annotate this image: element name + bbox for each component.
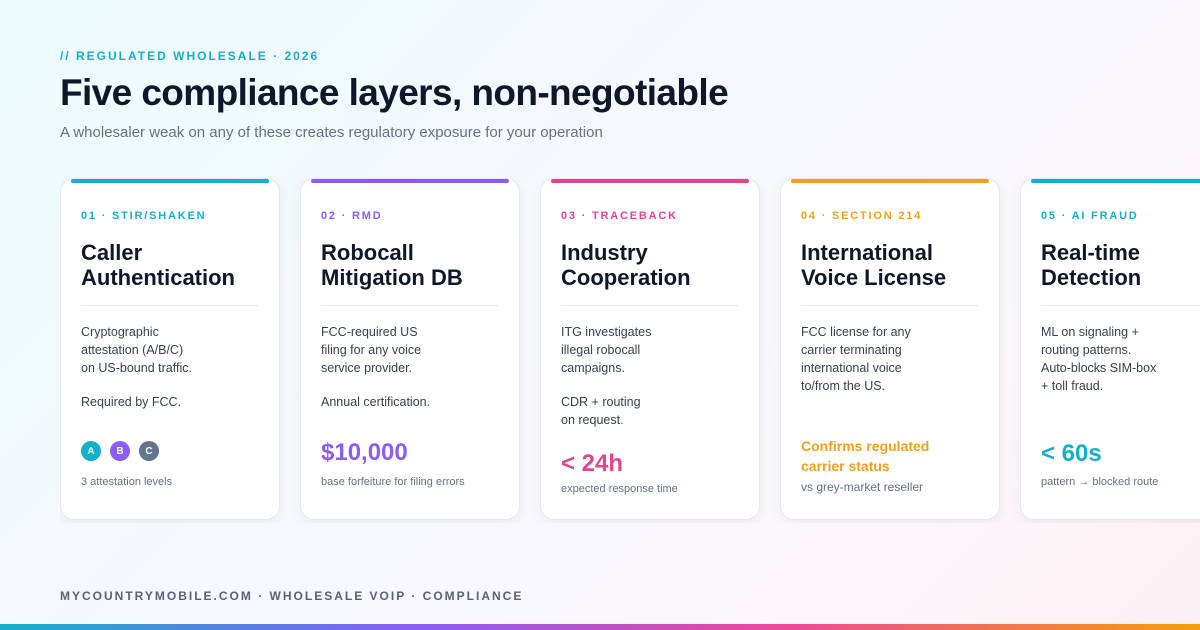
card-body: ITG investigates illegal robocall campai… [561, 325, 652, 375]
page-title: Five compliance layers, non-negotiable [60, 72, 729, 113]
card-caption: 3 attestation levels [81, 476, 173, 488]
card-section-214: 04 · SECTION 214 International Voice Lic… [780, 178, 1000, 520]
page-subtitle: A wholesaler weak on any of these create… [60, 124, 603, 141]
card-heading: Industry Cooperation [561, 240, 691, 290]
card-divider [81, 305, 259, 306]
card-tag: 01 · STIR/SHAKEN [81, 210, 207, 222]
attestation-badge-b: B [110, 441, 130, 461]
card-body: FCC license for any carrier terminating … [801, 325, 911, 393]
attestation-badge-a: A [81, 441, 101, 461]
card-rmd: 02 · RMD Robocall Mitigation DB FCC-requ… [300, 178, 520, 520]
card-tag: 04 · SECTION 214 [801, 210, 923, 222]
card-tag: 03 · TRACEBACK [561, 210, 678, 222]
card-stir-shaken: 01 · STIR/SHAKEN Caller Authentication C… [60, 178, 280, 520]
card-heading: Caller Authentication [81, 240, 235, 290]
card-body: ML on signaling + routing patterns. Auto… [1041, 325, 1157, 393]
card-highlight-value: < 24h [561, 450, 624, 477]
card-accent-bar [1031, 179, 1200, 183]
card-heading: International Voice License [801, 240, 947, 290]
eyebrow-label: // REGULATED WHOLESALE · 2026 [60, 49, 320, 63]
card-divider [321, 305, 499, 306]
card-caption: expected response time [561, 483, 678, 495]
footer-label: MYCOUNTRYMOBILE.COM · WHOLESALE VOIP · C… [60, 589, 524, 603]
card-caption: pattern → blocked route [1041, 476, 1159, 488]
card-divider [561, 305, 739, 306]
card-tag: 05 · AI FRAUD [1041, 210, 1139, 222]
card-ai-fraud: 05 · AI FRAUD Real-time Detection ML on … [1020, 178, 1200, 520]
card-caption: base forfeiture for filing errors [321, 476, 465, 488]
card-body: Cryptographic attestation (A/B/C) on US-… [81, 325, 192, 375]
card-body-secondary: Required by FCC. [81, 395, 182, 409]
card-accent-bar [551, 179, 749, 183]
card-highlight-value: $10,000 [321, 439, 408, 466]
card-heading: Robocall Mitigation DB [321, 240, 463, 290]
card-divider [1041, 305, 1200, 306]
bottom-gradient-bar [0, 624, 1200, 630]
card-divider [801, 305, 979, 306]
card-body-secondary: Annual certification. [321, 395, 431, 409]
card-heading: Real-time Detection [1041, 240, 1142, 290]
card-caption: vs grey-market reseller [801, 480, 924, 494]
card-accent-bar [791, 179, 989, 183]
card-accent-bar [71, 179, 269, 183]
card-highlight-value: < 60s [1041, 440, 1102, 467]
card-body: FCC-required US filing for any voice ser… [321, 325, 422, 375]
attestation-badges: A B C [81, 441, 159, 461]
card-tag: 02 · RMD [321, 210, 383, 222]
card-traceback: 03 · TRACEBACK Industry Cooperation ITG … [540, 178, 760, 520]
card-highlight-value: Confirms regulated carrier status [801, 438, 930, 474]
card-body-secondary: CDR + routing on request. [561, 395, 641, 427]
card-accent-bar [311, 179, 509, 183]
attestation-badge-c: C [139, 441, 159, 461]
compliance-cards: 01 · STIR/SHAKEN Caller Authentication C… [60, 178, 1200, 523]
